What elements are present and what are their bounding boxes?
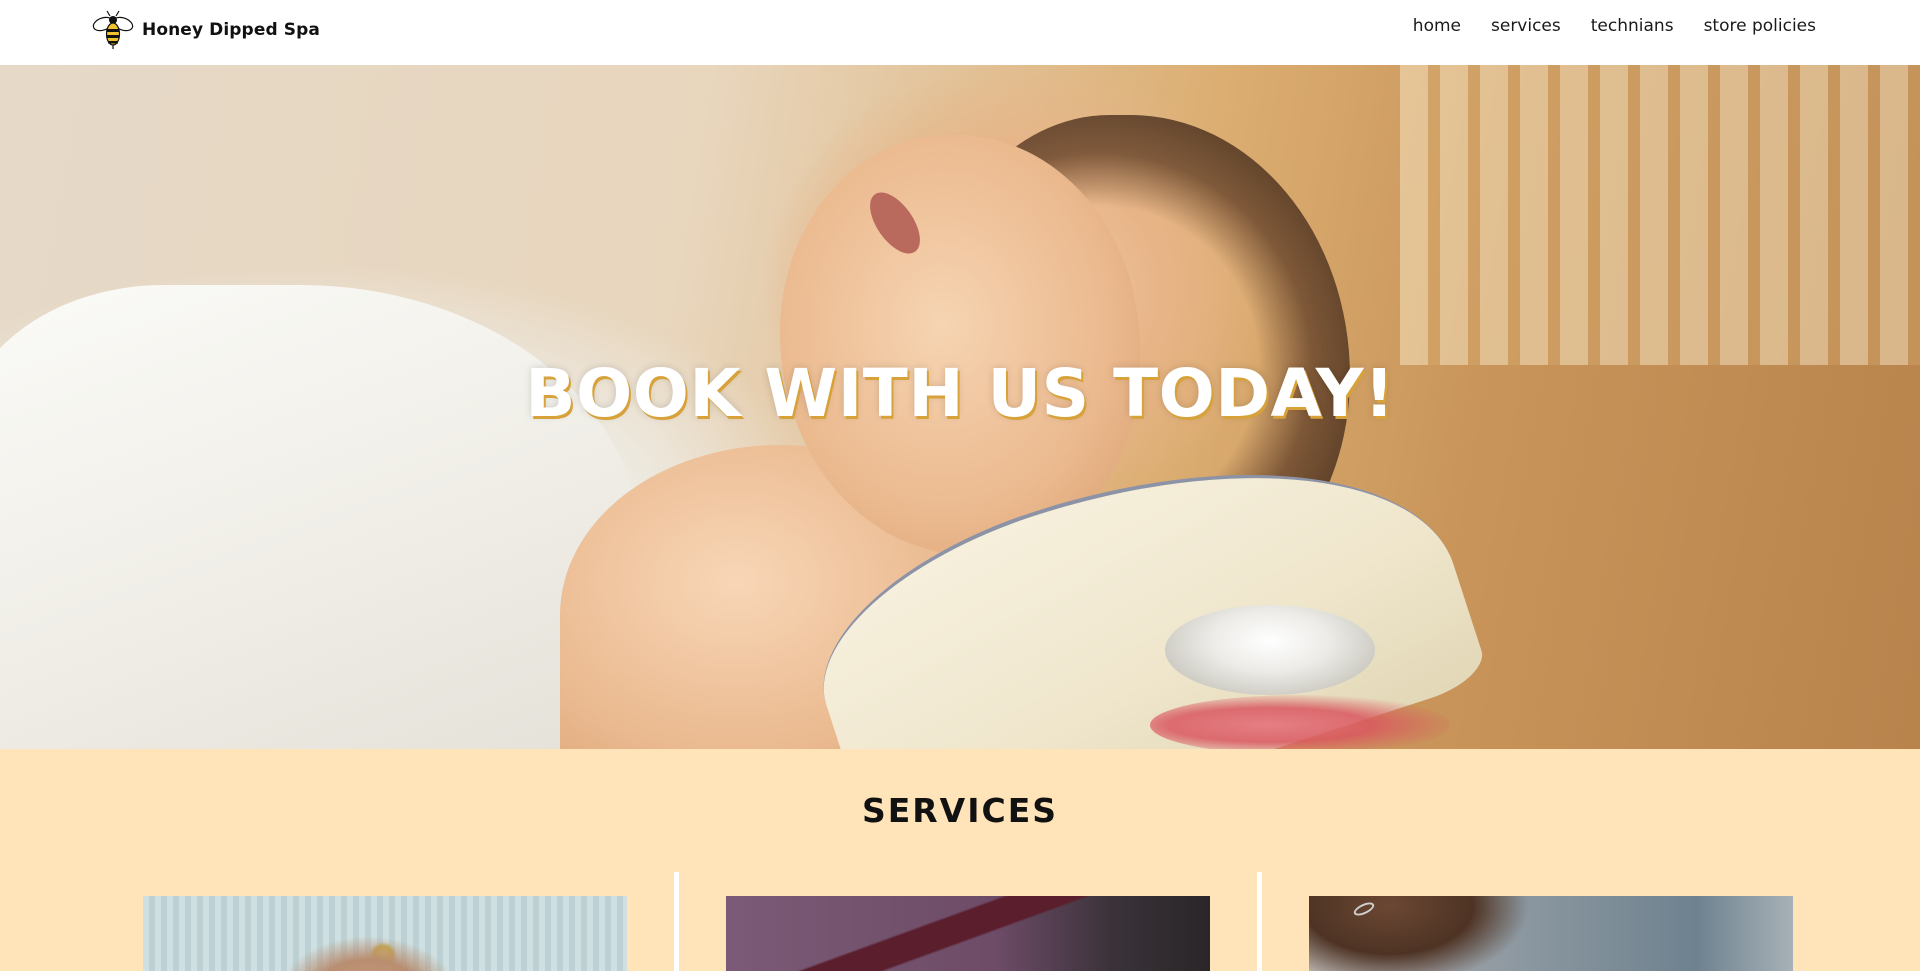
nav-store-policies[interactable]: store policies — [1704, 16, 1816, 36]
flower-petals-image — [1150, 695, 1450, 749]
hero-title: BOOK WITH US TODAY! — [525, 355, 1395, 432]
nav-technians[interactable]: technians — [1591, 16, 1674, 36]
service-card-image[interactable] — [143, 896, 627, 971]
bee-icon — [92, 10, 134, 50]
services-section: SERVICES — [0, 749, 1920, 971]
hero-banner: BOOK WITH US TODAY! — [0, 65, 1920, 749]
hero-window-blinds — [1400, 65, 1920, 365]
nav-services[interactable]: services — [1491, 16, 1561, 36]
main-nav: home services technians store policies — [1413, 16, 1816, 36]
card-divider — [1257, 872, 1262, 971]
card-divider — [674, 872, 679, 971]
services-title: SERVICES — [861, 791, 1059, 830]
ring-icon — [1351, 899, 1377, 919]
brand-name: Honey Dipped Spa — [142, 20, 320, 40]
service-card-image[interactable] — [726, 896, 1210, 971]
site-header: Honey Dipped Spa home services technians… — [0, 0, 1920, 65]
nav-home[interactable]: home — [1413, 16, 1461, 36]
brand-link[interactable]: Honey Dipped Spa — [92, 10, 320, 50]
candle-image — [1165, 605, 1375, 695]
service-card-image[interactable] — [1309, 896, 1793, 971]
